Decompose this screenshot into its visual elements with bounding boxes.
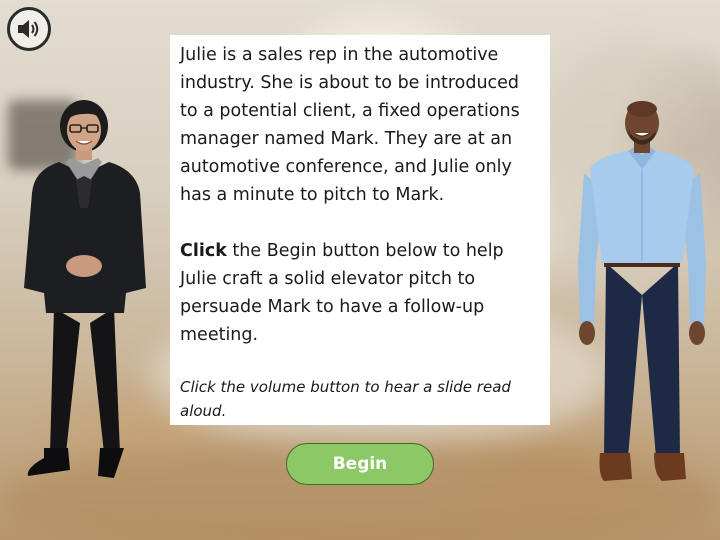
volume-button[interactable]: [7, 7, 51, 51]
julie-character: [14, 98, 159, 483]
volume-hint: Click the volume button to hear a slide …: [180, 378, 511, 420]
mark-figure: [578, 101, 706, 481]
intro-paragraph: Julie is a sales rep in the automotive i…: [180, 45, 520, 205]
speaker-volume-icon: [18, 20, 39, 38]
begin-button[interactable]: Begin: [286, 443, 434, 485]
julie-figure: [24, 100, 146, 478]
mark-character: [570, 95, 715, 485]
intro-text-panel: Julie is a sales rep in the automotive i…: [170, 35, 550, 425]
click-emphasis: Click: [180, 241, 227, 261]
begin-button-label: Begin: [332, 454, 388, 474]
instruction-paragraph: Click the Begin button below to help Jul…: [180, 237, 540, 349]
instruction-text: the Begin button below to help Julie cra…: [180, 241, 504, 345]
